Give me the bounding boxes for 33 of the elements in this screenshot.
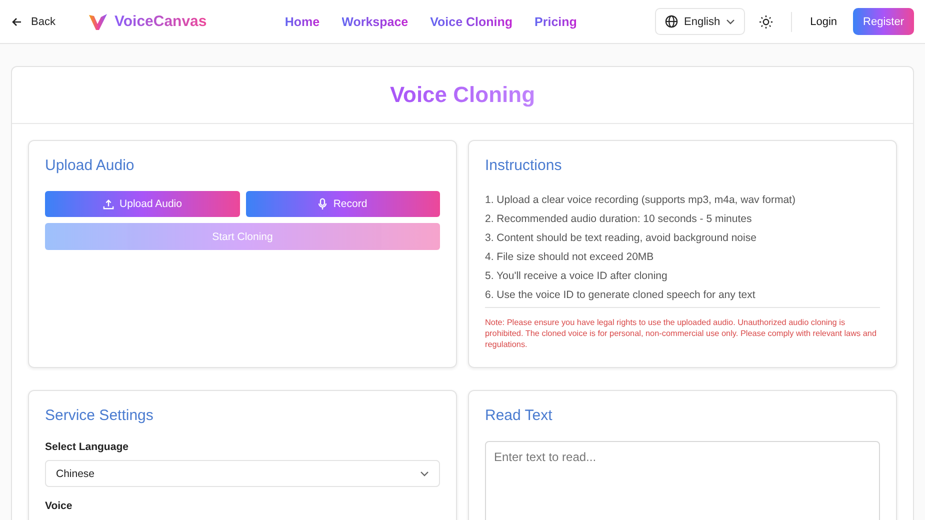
instruction-step: 3. Content should be text reading, avoid background noise xyxy=(485,229,880,248)
record-button[interactable]: Record xyxy=(246,191,440,217)
instruction-step: 1. Upload a clear voice recording (supports mp3, m4a, wav format) xyxy=(485,191,880,210)
nav-link[interactable]: Pricing xyxy=(534,14,577,28)
field-label: Select Language xyxy=(45,441,130,453)
microphone-icon xyxy=(318,198,328,210)
upload-button[interactable]: Upload Audio xyxy=(45,191,240,217)
upload-icon xyxy=(102,198,114,210)
card-title: Upload Audio xyxy=(45,157,136,174)
login-button[interactable]: Login xyxy=(800,10,848,34)
nav-link[interactable]: Workspace xyxy=(342,14,408,28)
globe-icon xyxy=(665,15,678,28)
field-label: Voice xyxy=(45,500,74,512)
register-button[interactable]: Register xyxy=(853,8,914,35)
instruction-step: 5. You'll receive a voice ID after cloning xyxy=(485,267,880,286)
chevron-down-icon xyxy=(420,470,429,476)
card-title: Instructions xyxy=(485,157,563,174)
card-title: Service Settings xyxy=(45,407,154,424)
nav-link[interactable]: Home xyxy=(284,14,320,28)
language-dropdown[interactable]: English xyxy=(655,8,746,35)
arrow-left-icon xyxy=(11,16,23,28)
sun-icon xyxy=(759,14,774,28)
language-select[interactable]: Chinese xyxy=(45,460,440,487)
chevron-down-icon xyxy=(726,18,736,24)
nav-link[interactable]: Voice Cloning xyxy=(430,14,513,28)
legal-note: Note: Please ensure you have legal rights to use the uploaded audio. Unauthorized audio cloning is prohibited. The cloned voice is for personal, non-commercial use only. Please comply with relevant laws and regulations. xyxy=(485,317,878,350)
back-button[interactable]: Back xyxy=(11,16,56,28)
logo-icon xyxy=(88,12,108,30)
instruction-step: 2. Recommended audio duration: 10 seconds - 5 minutes xyxy=(485,210,880,229)
card-title: Read Text xyxy=(485,407,554,424)
instruction-step: 4. File size should not exceed 20MB xyxy=(485,248,880,267)
text-input-field[interactable]: Enter text to read... xyxy=(485,441,880,520)
instruction-step: 6. Use the voice ID to generate cloned speech for any text xyxy=(485,286,880,305)
